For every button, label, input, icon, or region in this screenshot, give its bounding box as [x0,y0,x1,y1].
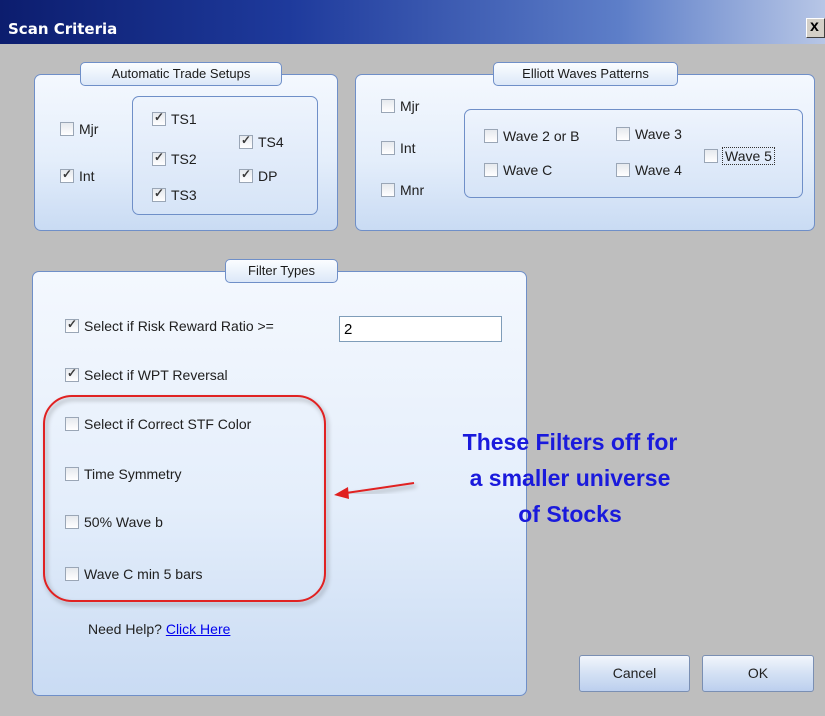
checkbox-box [381,99,395,113]
ts-mjr-checkbox[interactable]: Mjr [60,121,98,137]
wave-2-or-b-checkbox[interactable]: Wave 2 or B [484,128,580,144]
checkbox-box [239,133,253,149]
annotation-line: These Filters off for [462,429,678,455]
checkbox-box [616,127,630,141]
wave-c-checkbox[interactable]: Wave C [484,162,552,178]
checkbox-label: Select if Correct STF Color [84,416,252,432]
annotation-line: of Stocks [518,501,622,527]
checkbox-label: TS4 [258,134,284,150]
ew-mnr-checkbox[interactable]: Mnr [381,182,424,198]
checkbox-label: Wave C [503,162,553,178]
ok-button[interactable]: OK [702,655,814,692]
checkbox-label: Wave 3 [635,126,682,142]
checkbox-box [65,366,79,382]
stf-color-checkbox[interactable]: Select if Correct STF Color [65,416,251,432]
checkbox-label: Mnr [400,182,425,198]
wave-4-checkbox[interactable]: Wave 4 [616,162,682,178]
scan-criteria-dialog: Scan Criteria x Automatic Trade Setups M… [0,0,825,716]
checkbox-label: DP [258,168,278,184]
wave-5-checkbox[interactable]: Wave 5 [704,147,775,165]
ts1-checkbox[interactable]: TS1 [152,110,197,127]
annotation-line: a smaller universe [469,465,671,491]
ts-int-checkbox[interactable]: Int [60,167,95,184]
ts2-checkbox[interactable]: TS2 [152,150,197,167]
checkbox-box [65,515,79,529]
checkbox-label: Select if WPT Reversal [84,367,228,383]
time-symmetry-checkbox[interactable]: Time Symmetry [65,466,181,482]
close-button[interactable]: x [806,18,825,38]
checkbox-box [152,186,166,202]
checkbox-box [616,163,630,177]
trade-setups-legend: Automatic Trade Setups [80,62,282,86]
wave-b-50-checkbox[interactable]: 50% Wave b [65,514,163,530]
filter-types-legend: Filter Types [225,259,338,283]
checkbox-label: TS3 [171,187,197,203]
checkbox-box [60,167,74,183]
checkbox-box [152,150,166,166]
checkbox-label: 50% Wave b [84,514,163,530]
ew-mjr-checkbox[interactable]: Mjr [381,98,419,114]
checkbox-box [239,167,253,183]
window-title: Scan Criteria [8,20,118,38]
risk-reward-ratio-input[interactable] [339,316,502,342]
checkbox-label: Int [400,140,416,156]
ts4-checkbox[interactable]: TS4 [239,133,284,150]
checkbox-box [704,149,718,163]
title-bar[interactable]: Scan Criteria x [0,0,825,44]
checkbox-label: Mjr [79,121,99,137]
checkbox-box [65,417,79,431]
wave-3-checkbox[interactable]: Wave 3 [616,126,682,142]
help-line: Need Help? Click Here [88,621,230,637]
checkbox-label: Wave 5 [722,147,775,165]
elliott-waves-legend: Elliott Waves Patterns [493,62,678,86]
checkbox-label: Select if Risk Reward Ratio >= [84,318,274,334]
checkbox-label: TS1 [171,111,197,127]
checkbox-label: Wave 4 [635,162,682,178]
risk-reward-checkbox[interactable]: Select if Risk Reward Ratio >= [65,317,274,334]
checkbox-label: Mjr [400,98,420,114]
checkbox-label: Time Symmetry [84,466,182,482]
checkbox-box [60,122,74,136]
wave-c-min-5-bars-checkbox[interactable]: Wave C min 5 bars [65,566,203,582]
checkbox-box [65,567,79,581]
checkbox-box [484,129,498,143]
checkbox-box [65,317,79,333]
checkbox-box [65,467,79,481]
help-text: Need Help? [88,621,162,637]
checkbox-label: Int [79,168,95,184]
checkbox-box [484,163,498,177]
annotation-text: These Filters off for a smaller universe… [400,424,740,532]
cancel-button[interactable]: Cancel [579,655,690,692]
ts3-checkbox[interactable]: TS3 [152,186,197,203]
ew-int-checkbox[interactable]: Int [381,140,416,156]
checkbox-box [152,110,166,126]
checkbox-box [381,141,395,155]
checkbox-label: TS2 [171,151,197,167]
help-link[interactable]: Click Here [166,621,231,637]
checkbox-label: Wave 2 or B [503,128,580,144]
dp-checkbox[interactable]: DP [239,167,278,184]
checkbox-label: Wave C min 5 bars [84,566,203,582]
wpt-reversal-checkbox[interactable]: Select if WPT Reversal [65,366,228,383]
checkbox-box [381,183,395,197]
close-icon: x [810,18,819,35]
